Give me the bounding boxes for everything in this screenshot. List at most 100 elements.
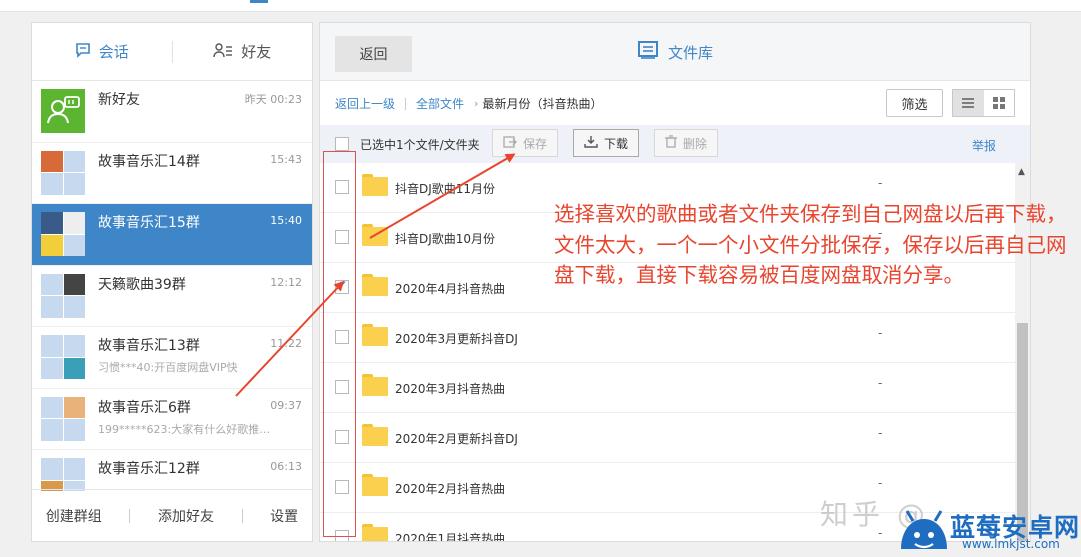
conversation-time: 15:43 [270, 152, 302, 166]
conversation-item[interactable]: 故事音乐汇6群 09:37 199*****623:大家有什么好歌推… [32, 389, 312, 450]
breadcrumb-all-files[interactable]: 全部文件 [416, 95, 464, 112]
annotation-text: 选择喜欢的歌曲或者文件夹保存到自己网盘以后再下载，文件太大，一个一个小文件分批保… [554, 202, 1067, 287]
file-name[interactable]: 2020年3月抖音热曲 [395, 380, 505, 397]
conversation-name: 故事音乐汇12群 [98, 461, 200, 477]
trash-icon [665, 135, 677, 151]
folder-icon [362, 474, 388, 496]
site-logo-icon [893, 503, 955, 555]
folder-icon [362, 424, 388, 446]
delete-label: 删除 [683, 136, 708, 151]
divider [129, 508, 131, 523]
file-size: - [878, 326, 883, 340]
group-avatar [41, 458, 85, 491]
conversation-item-selected[interactable]: 故事音乐汇15群 15:40 [32, 204, 312, 266]
chat-icon [75, 42, 91, 62]
conversation-preview: 习惯***40:开百度网盘VIP快 [98, 361, 238, 374]
breadcrumb-back-up[interactable]: 返回上一级 [335, 95, 395, 112]
create-group-button[interactable]: 创建群组 [46, 506, 102, 526]
conversation-name: 新好友 [98, 92, 140, 108]
group-avatar [41, 396, 85, 441]
conversation-time: 11:22 [270, 337, 302, 350]
left-bottom-bar: 创建群组 添加好友 设置 [32, 489, 312, 541]
conversation-item[interactable]: 故事音乐汇13群 11:22 习惯***40:开百度网盘VIP快 [32, 327, 312, 389]
folder-icon [362, 274, 388, 296]
new-friend-avatar [41, 89, 85, 133]
file-name[interactable]: 2020年2月更新抖音DJ [395, 430, 518, 447]
conversation-time: 15:40 [270, 214, 302, 227]
library-title-text: 文件库 [668, 43, 714, 62]
download-icon [584, 135, 598, 151]
file-size: - [878, 426, 883, 440]
file-size: - [878, 376, 883, 390]
save-icon [503, 135, 517, 151]
conversation-time: 09:37 [270, 398, 302, 412]
library-icon [638, 41, 658, 63]
conversation-name: 故事音乐汇13群 [98, 338, 200, 354]
file-name[interactable]: 2020年1月抖音热曲 [395, 530, 505, 541]
report-link[interactable]: 举报 [972, 137, 996, 154]
scroll-up-arrow-icon[interactable]: ▲ [1018, 167, 1025, 177]
settings-button[interactable]: 设置 [270, 506, 298, 526]
library-title: 文件库 [638, 41, 713, 63]
file-name[interactable]: 2020年2月抖音热曲 [395, 480, 505, 497]
conversation-name: 天籁歌曲39群 [98, 276, 186, 293]
file-name[interactable]: 2020年3月更新抖音DJ [395, 330, 518, 347]
top-strip [0, 0, 1081, 12]
filter-button[interactable]: 筛选 [886, 89, 943, 117]
conversation-panel: 会话 好友 新好友 昨天 00:23 故事音乐汇14群 15:43 故事音乐汇1… [31, 22, 313, 542]
group-avatar [41, 335, 85, 379]
divider [241, 508, 243, 523]
conversation-item[interactable]: 故事音乐汇14群 15:43 [32, 143, 312, 204]
breadcrumb: 返回上一级 全部文件 › 最新月份（抖音热曲） [335, 95, 602, 112]
file-name[interactable]: 抖音DJ歌曲11月份 [395, 180, 495, 197]
tab-friends-label: 好友 [241, 43, 272, 61]
conversation-list: 新好友 昨天 00:23 故事音乐汇14群 15:43 故事音乐汇15群 15:… [32, 81, 312, 491]
back-button[interactable]: 返回 [335, 36, 412, 72]
conversation-name: 故事音乐汇6群 [98, 399, 191, 416]
file-library-header: 返回 文件库 [320, 23, 1030, 81]
tab-friends[interactable]: 好友 [173, 23, 313, 80]
folder-icon [362, 224, 388, 246]
folder-icon [362, 374, 388, 396]
chevron-right-icon: › [474, 97, 479, 110]
conversation-item[interactable]: 天籁歌曲39群 12:12 [32, 266, 312, 327]
top-tab-indicator [250, 0, 268, 3]
left-tabs: 会话 好友 [32, 23, 312, 81]
download-button[interactable]: 下载 [573, 129, 640, 157]
conversation-time: 12:12 [270, 275, 302, 289]
delete-button[interactable]: 删除 [654, 129, 719, 157]
group-avatar [41, 212, 85, 256]
grid-view-icon[interactable] [984, 90, 1015, 116]
conversation-name: 故事音乐汇14群 [98, 153, 200, 170]
download-label: 下载 [604, 136, 629, 151]
list-view-icon[interactable] [953, 90, 984, 116]
conversation-time: 昨天 00:23 [244, 93, 302, 106]
file-row[interactable]: 2020年3月抖音热曲 - [320, 363, 1015, 413]
add-friend-button[interactable]: 添加好友 [158, 506, 214, 526]
contacts-icon [213, 42, 233, 62]
file-size: - [878, 176, 883, 190]
file-name[interactable]: 2020年4月抖音热曲 [395, 280, 505, 297]
group-avatar [41, 273, 85, 318]
tab-conversations[interactable]: 会话 [32, 23, 172, 80]
file-name[interactable]: 抖音DJ歌曲10月份 [395, 230, 495, 247]
folder-icon [362, 524, 388, 541]
folder-icon [362, 324, 388, 346]
select-all-checkbox[interactable] [335, 137, 349, 151]
breadcrumb-divider [405, 97, 407, 110]
save-label: 保存 [523, 136, 548, 151]
folder-icon [362, 174, 388, 196]
save-button[interactable]: 保存 [492, 129, 559, 157]
conversation-item[interactable]: 故事音乐汇12群 06:13 [32, 450, 312, 491]
conversation-preview: 199*****623:大家有什么好歌推… [98, 422, 271, 436]
conversation-name: 故事音乐汇15群 [98, 215, 200, 231]
conversation-item[interactable]: 新好友 昨天 00:23 [32, 81, 312, 143]
breadcrumb-current: 最新月份（抖音热曲） [482, 97, 603, 111]
checkbox-highlight-box [323, 151, 356, 537]
file-row[interactable]: 2020年3月更新抖音DJ - [320, 313, 1015, 363]
tab-conversations-label: 会话 [98, 43, 129, 61]
file-toolbar: 已选中1个文件/文件夹 保存 下载 删除 举报 [320, 125, 1030, 163]
conversation-time: 06:13 [270, 460, 302, 473]
file-row[interactable]: 2020年2月更新抖音DJ - [320, 413, 1015, 463]
selection-count: 已选中1个文件/文件夹 [360, 137, 480, 152]
